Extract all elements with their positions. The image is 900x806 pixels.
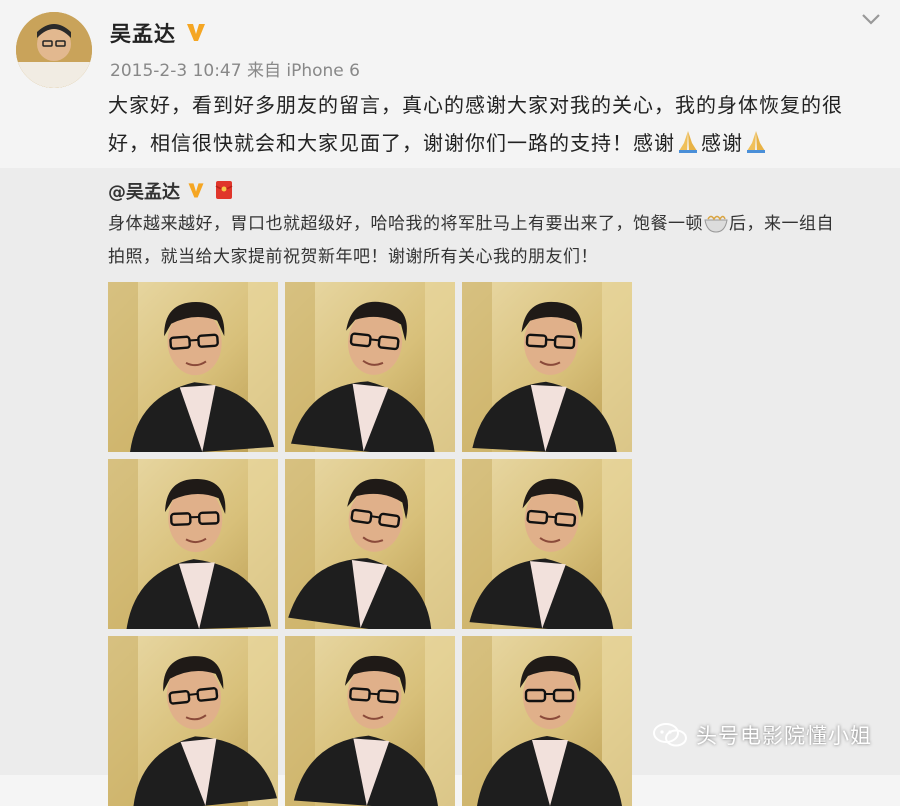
red-envelope-icon bbox=[214, 180, 234, 200]
repost-author[interactable]: @吴孟达 bbox=[108, 178, 180, 204]
post-text-thanks: 感谢 bbox=[701, 131, 743, 155]
post-text-line2: 好，相信很快就会和大家见面了，谢谢你们一路的支持！感谢 bbox=[108, 131, 675, 155]
verified-v-icon bbox=[186, 180, 206, 200]
pray-emoji-icon bbox=[743, 129, 769, 155]
author-name[interactable]: 吴孟达 bbox=[110, 18, 176, 48]
pray-emoji-icon bbox=[675, 129, 701, 155]
repost-text-line1-tail: 后，来一组自 bbox=[729, 214, 834, 234]
post-text: 大家好，看到好多朋友的留言，真心的感谢大家对我的关心，我的身体恢复的很 好，相信… bbox=[108, 86, 888, 162]
photo-grid bbox=[108, 282, 633, 775]
selfie-photo[interactable] bbox=[462, 636, 632, 806]
post-text-line1: 大家好，看到好多朋友的留言，真心的感谢大家对我的关心，我的身体恢复的很 bbox=[108, 93, 843, 117]
repost-block: @吴孟达 身体越来越好，胃口也就超级好，哈哈我的将军肚马上有要出来了，饱餐一顿 后… bbox=[0, 168, 900, 775]
repost-text-line2: 拍照，就当给大家提前祝贺新年吧！谢谢所有关心我的朋友们！ bbox=[108, 247, 598, 267]
selfie-photo[interactable] bbox=[462, 459, 632, 629]
chevron-down-icon[interactable] bbox=[860, 10, 882, 28]
post-main: 吴孟达 2015-2-3 10:47 来自 iPhone 6 大家好，看到好多朋… bbox=[0, 0, 900, 168]
selfie-photo[interactable] bbox=[285, 282, 455, 452]
avatar[interactable] bbox=[16, 12, 92, 88]
selfie-photo[interactable] bbox=[285, 459, 455, 629]
repost-text: 身体越来越好，胃口也就超级好，哈哈我的将军肚马上有要出来了，饱餐一顿 后，来一组自… bbox=[108, 208, 892, 274]
selfie-photo[interactable] bbox=[108, 459, 278, 629]
wechat-icon bbox=[652, 722, 688, 748]
selfie-photo[interactable] bbox=[108, 282, 278, 452]
selfie-photo[interactable] bbox=[285, 636, 455, 806]
selfie-photo[interactable] bbox=[462, 282, 632, 452]
watermark-text: 头号电影院懂小姐 bbox=[696, 720, 872, 750]
watermark: 头号电影院懂小姐 bbox=[652, 718, 872, 752]
post-meta: 2015-2-3 10:47 来自 iPhone 6 bbox=[110, 56, 360, 81]
selfie-photo[interactable] bbox=[108, 636, 278, 806]
weibo-post: 吴孟达 2015-2-3 10:47 来自 iPhone 6 大家好，看到好多朋… bbox=[0, 0, 900, 775]
repost-text-line1: 身体越来越好，胃口也就超级好，哈哈我的将军肚马上有要出来了，饱餐一顿 bbox=[108, 214, 703, 234]
verified-v-icon bbox=[184, 20, 208, 44]
noodle-bowl-emoji-icon bbox=[703, 208, 729, 234]
